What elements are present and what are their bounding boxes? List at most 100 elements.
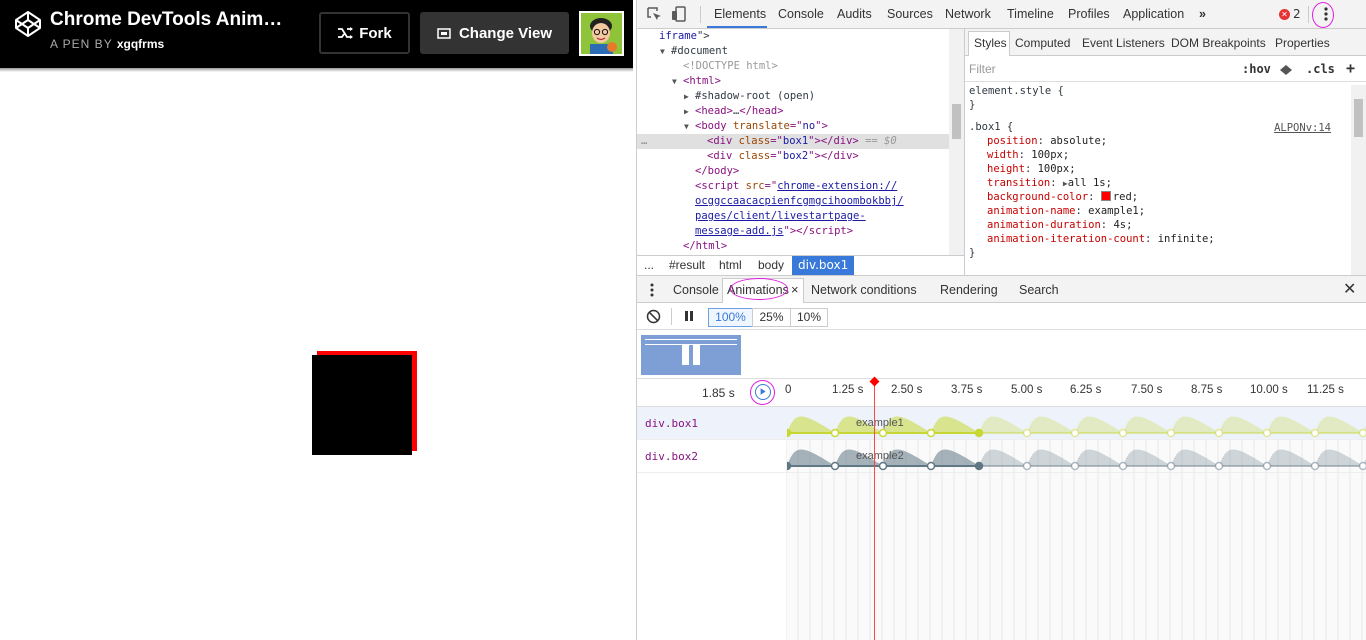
tab-properties[interactable]: Properties <box>1275 36 1330 50</box>
dom-node-selected[interactable]: … <div class="box1"></div> == $0 <box>637 134 964 149</box>
color-swatch-icon[interactable] <box>1100 191 1111 201</box>
tab-application[interactable]: Application <box>1123 7 1184 21</box>
css-property[interactable]: width: 100px; <box>969 148 1349 162</box>
scrollbar-thumb[interactable] <box>1354 99 1363 137</box>
css-property-value[interactable]: absolute; <box>1050 135 1107 147</box>
css-property-value[interactable]: 4s; <box>1113 219 1132 231</box>
drawer-tab-search[interactable]: Search <box>1019 283 1059 297</box>
drawer-tab-console[interactable]: Console <box>673 283 719 297</box>
styles-filter-input[interactable]: Filter <box>969 62 996 76</box>
dom-node[interactable]: </html> <box>637 239 964 254</box>
tab-elements[interactable]: Elements <box>714 7 766 21</box>
pen-author-link[interactable]: xgqfrms <box>117 37 164 51</box>
css-property[interactable]: animation-duration: 4s; <box>969 218 1349 232</box>
css-property-value[interactable]: 100px; <box>1038 163 1076 175</box>
css-property-value[interactable]: all 1s; <box>1068 177 1112 189</box>
dom-node[interactable]: iframe"> <box>637 29 964 44</box>
css-property[interactable]: position: absolute; <box>969 134 1349 148</box>
tab-dom-breakpoints[interactable]: DOM Breakpoints <box>1171 36 1266 50</box>
css-property-value[interactable]: infinite; <box>1158 233 1215 245</box>
css-property-value[interactable]: 100px; <box>1031 149 1069 161</box>
rule-source-link[interactable]: ALPONv:14 <box>1274 121 1331 135</box>
scrollbar-thumb[interactable] <box>952 104 961 139</box>
tab-console[interactable]: Console <box>778 7 824 21</box>
speed-100-button[interactable]: 100% <box>708 308 753 327</box>
pen-title[interactable]: Chrome DevTools Anim… <box>50 9 282 31</box>
collapse-arrow-icon[interactable]: ▼ <box>672 74 677 89</box>
change-view-button[interactable]: Change View <box>420 12 569 54</box>
animation-group-preview[interactable] <box>641 335 741 375</box>
node-actions-icon[interactable]: … <box>641 134 647 149</box>
animation-track-row[interactable]: div.box1 example1 <box>637 407 1366 440</box>
error-counter[interactable]: ✕ 2 <box>1279 7 1301 21</box>
tab-audits[interactable]: Audits <box>837 7 872 21</box>
dom-node[interactable]: ▼ #document <box>637 44 964 59</box>
more-tabs-icon[interactable]: » <box>1199 7 1206 21</box>
tab-profiles[interactable]: Profiles <box>1068 7 1110 21</box>
css-property-name[interactable]: transition <box>987 177 1050 189</box>
breadcrumb-html[interactable]: html <box>719 258 742 272</box>
collapse-arrow-icon[interactable]: ▼ <box>684 119 689 134</box>
add-rule-icon[interactable]: + <box>1346 59 1355 77</box>
tab-event-listeners[interactable]: Event Listeners <box>1082 36 1165 50</box>
tab-computed[interactable]: Computed <box>1015 36 1070 50</box>
css-property-value[interactable]: red; <box>1113 191 1138 203</box>
hover-state-toggle[interactable]: :hov <box>1242 62 1271 76</box>
fork-button[interactable]: Fork <box>319 12 410 54</box>
codepen-logo-icon[interactable] <box>14 10 42 38</box>
dom-node[interactable]: ▼ <html> <box>637 74 964 89</box>
css-property-name[interactable]: height <box>987 163 1025 175</box>
breadcrumb-result[interactable]: #result <box>669 258 705 272</box>
drawer-tab-rendering[interactable]: Rendering <box>940 283 998 297</box>
tab-styles[interactable]: Styles <box>974 36 1007 50</box>
dom-node[interactable]: <div class="box2"></div> <box>637 149 964 164</box>
dom-node[interactable]: message-add.js"></script> <box>637 224 964 239</box>
css-property-name[interactable]: width <box>987 149 1019 161</box>
dom-node[interactable]: ocggccaacacpienfcgmgcihoombokbbj/ <box>637 194 964 209</box>
styles-scrollbar[interactable] <box>1351 85 1366 275</box>
dom-node[interactable]: <!DOCTYPE html> <box>637 59 964 74</box>
tab-network[interactable]: Network <box>945 7 991 21</box>
paint-icon[interactable] <box>1279 64 1293 76</box>
speed-10-button[interactable]: 10% <box>790 308 828 327</box>
dom-node[interactable]: ▼ <body translate="no"> <box>637 119 964 134</box>
collapse-arrow-icon[interactable]: ▼ <box>660 44 665 59</box>
css-property[interactable]: height: 100px; <box>969 162 1349 176</box>
elements-scrollbar[interactable] <box>949 29 964 255</box>
css-property-value[interactable]: example1; <box>1088 205 1145 217</box>
css-property-name[interactable]: background-color <box>987 191 1088 203</box>
drawer-tab-network-conditions[interactable]: Network conditions <box>811 283 917 297</box>
css-property[interactable]: transition: ▶all 1s; <box>969 176 1349 190</box>
close-tab-icon[interactable]: × <box>791 282 799 297</box>
css-property-name[interactable]: animation-duration <box>987 219 1101 231</box>
breadcrumb-div-box1[interactable]: div.box1 <box>792 256 855 275</box>
drawer-menu-icon[interactable] <box>649 282 655 298</box>
pause-all-icon[interactable] <box>684 311 694 321</box>
device-toggle-icon[interactable] <box>670 5 688 23</box>
dom-node[interactable]: ▶ #shadow-root (open) <box>637 89 964 104</box>
css-property-name[interactable]: position <box>987 135 1038 147</box>
css-property[interactable]: animation-iteration-count: infinite; <box>969 232 1349 246</box>
css-property-name[interactable]: animation-iteration-count <box>987 233 1145 245</box>
dom-node[interactable]: ▶ <head>…</head> <box>637 104 964 119</box>
track-node-name[interactable]: div.box2 <box>645 450 698 463</box>
speed-25-button[interactable]: 25% <box>752 308 791 327</box>
track-node-name[interactable]: div.box1 <box>645 417 698 430</box>
css-property[interactable]: background-color: red; <box>969 190 1349 204</box>
dom-node[interactable]: pages/client/livestartpage- <box>637 209 964 224</box>
box1-selector[interactable]: .box1 { <box>969 121 1013 133</box>
inspect-element-icon[interactable] <box>645 5 663 23</box>
close-drawer-icon[interactable]: ✕ <box>1343 279 1356 299</box>
css-property[interactable]: animation-name: example1; <box>969 204 1349 218</box>
expand-arrow-icon[interactable]: ▶ <box>684 104 689 119</box>
tab-timeline[interactable]: Timeline <box>1007 7 1054 21</box>
expand-arrow-icon[interactable]: ▶ <box>684 89 689 104</box>
dom-node[interactable]: </body> <box>637 164 964 179</box>
tab-sources[interactable]: Sources <box>887 7 933 21</box>
dom-node[interactable]: <script src="chrome-extension:// <box>637 179 964 194</box>
clear-icon[interactable] <box>646 309 661 324</box>
css-property-name[interactable]: animation-name <box>987 205 1076 217</box>
breadcrumb-body[interactable]: body <box>758 258 784 272</box>
animation-track-row[interactable]: div.box2 example2 <box>637 440 1366 473</box>
breadcrumb-ellipsis[interactable]: ... <box>644 258 654 272</box>
